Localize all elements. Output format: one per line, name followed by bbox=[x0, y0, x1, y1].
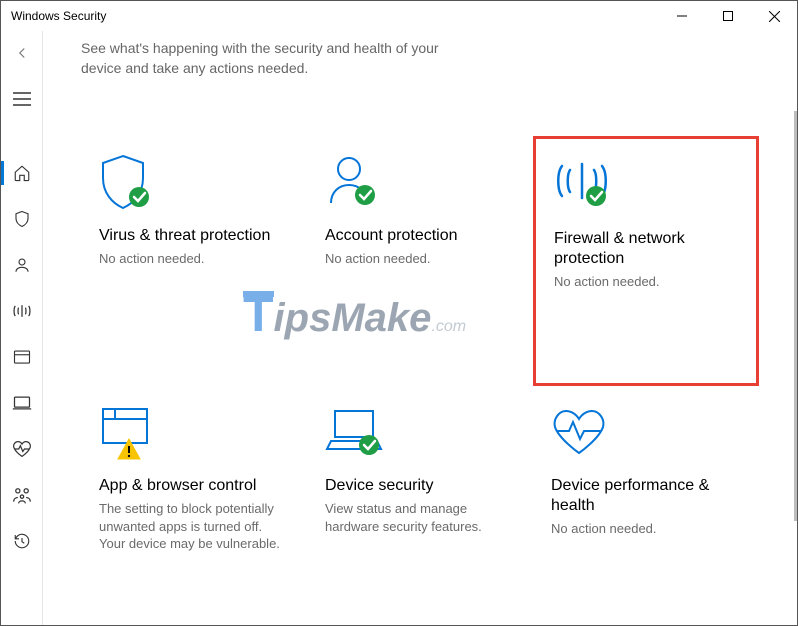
nav-firewall-icon[interactable] bbox=[1, 297, 43, 325]
tile-subtitle: No action needed. bbox=[325, 250, 515, 268]
nav-home-icon[interactable] bbox=[1, 159, 43, 187]
tile-app-browser[interactable]: App & browser control The setting to blo… bbox=[81, 386, 307, 625]
tile-subtitle: View status and manage hardware security… bbox=[325, 500, 515, 535]
window-icon bbox=[99, 398, 289, 468]
content-area: See what's happening with the security a… bbox=[43, 31, 797, 625]
tile-subtitle: The setting to block potentially unwante… bbox=[99, 500, 289, 553]
tile-device-performance[interactable]: Device performance & health No action ne… bbox=[533, 386, 759, 625]
laptop-icon bbox=[325, 398, 515, 468]
intro-text: See what's happening with the security a… bbox=[81, 39, 481, 78]
person-icon bbox=[325, 148, 515, 218]
tile-device-security[interactable]: Device security View status and manage h… bbox=[307, 386, 533, 625]
hamburger-menu-icon[interactable] bbox=[1, 85, 43, 113]
tile-subtitle: No action needed. bbox=[554, 273, 738, 291]
window-controls bbox=[659, 1, 797, 31]
tiles-grid: Virus & threat protection No action need… bbox=[81, 136, 759, 625]
scrollbar[interactable] bbox=[794, 111, 797, 521]
nav-account-icon[interactable] bbox=[1, 251, 43, 279]
tile-title: Account protection bbox=[325, 226, 515, 246]
heart-pulse-icon bbox=[551, 398, 741, 468]
minimize-button[interactable] bbox=[659, 1, 705, 31]
tile-title: Virus & threat protection bbox=[99, 226, 289, 246]
tile-account[interactable]: Account protection No action needed. bbox=[307, 136, 533, 386]
maximize-button[interactable] bbox=[705, 1, 751, 31]
nav-family-icon[interactable] bbox=[1, 481, 43, 509]
close-button[interactable] bbox=[751, 1, 797, 31]
tile-title: App & browser control bbox=[99, 476, 289, 496]
tile-title: Device performance & health bbox=[551, 476, 741, 516]
back-button[interactable] bbox=[1, 39, 43, 67]
tile-subtitle: No action needed. bbox=[99, 250, 289, 268]
nav-device-performance-icon[interactable] bbox=[1, 435, 43, 463]
nav-device-security-icon[interactable] bbox=[1, 389, 43, 417]
nav-app-browser-icon[interactable] bbox=[1, 343, 43, 371]
window-title: Windows Security bbox=[11, 9, 106, 23]
titlebar: Windows Security bbox=[1, 1, 797, 31]
tile-firewall[interactable]: Firewall & network protection No action … bbox=[533, 136, 759, 386]
tile-virus[interactable]: Virus & threat protection No action need… bbox=[81, 136, 307, 386]
network-icon bbox=[554, 151, 738, 221]
nav-history-icon[interactable] bbox=[1, 527, 43, 555]
tile-title: Device security bbox=[325, 476, 515, 496]
nav-virus-icon[interactable] bbox=[1, 205, 43, 233]
sidebar bbox=[1, 31, 43, 625]
tile-subtitle: No action needed. bbox=[551, 520, 741, 538]
tile-title: Firewall & network protection bbox=[554, 229, 738, 269]
shield-icon bbox=[99, 148, 289, 218]
